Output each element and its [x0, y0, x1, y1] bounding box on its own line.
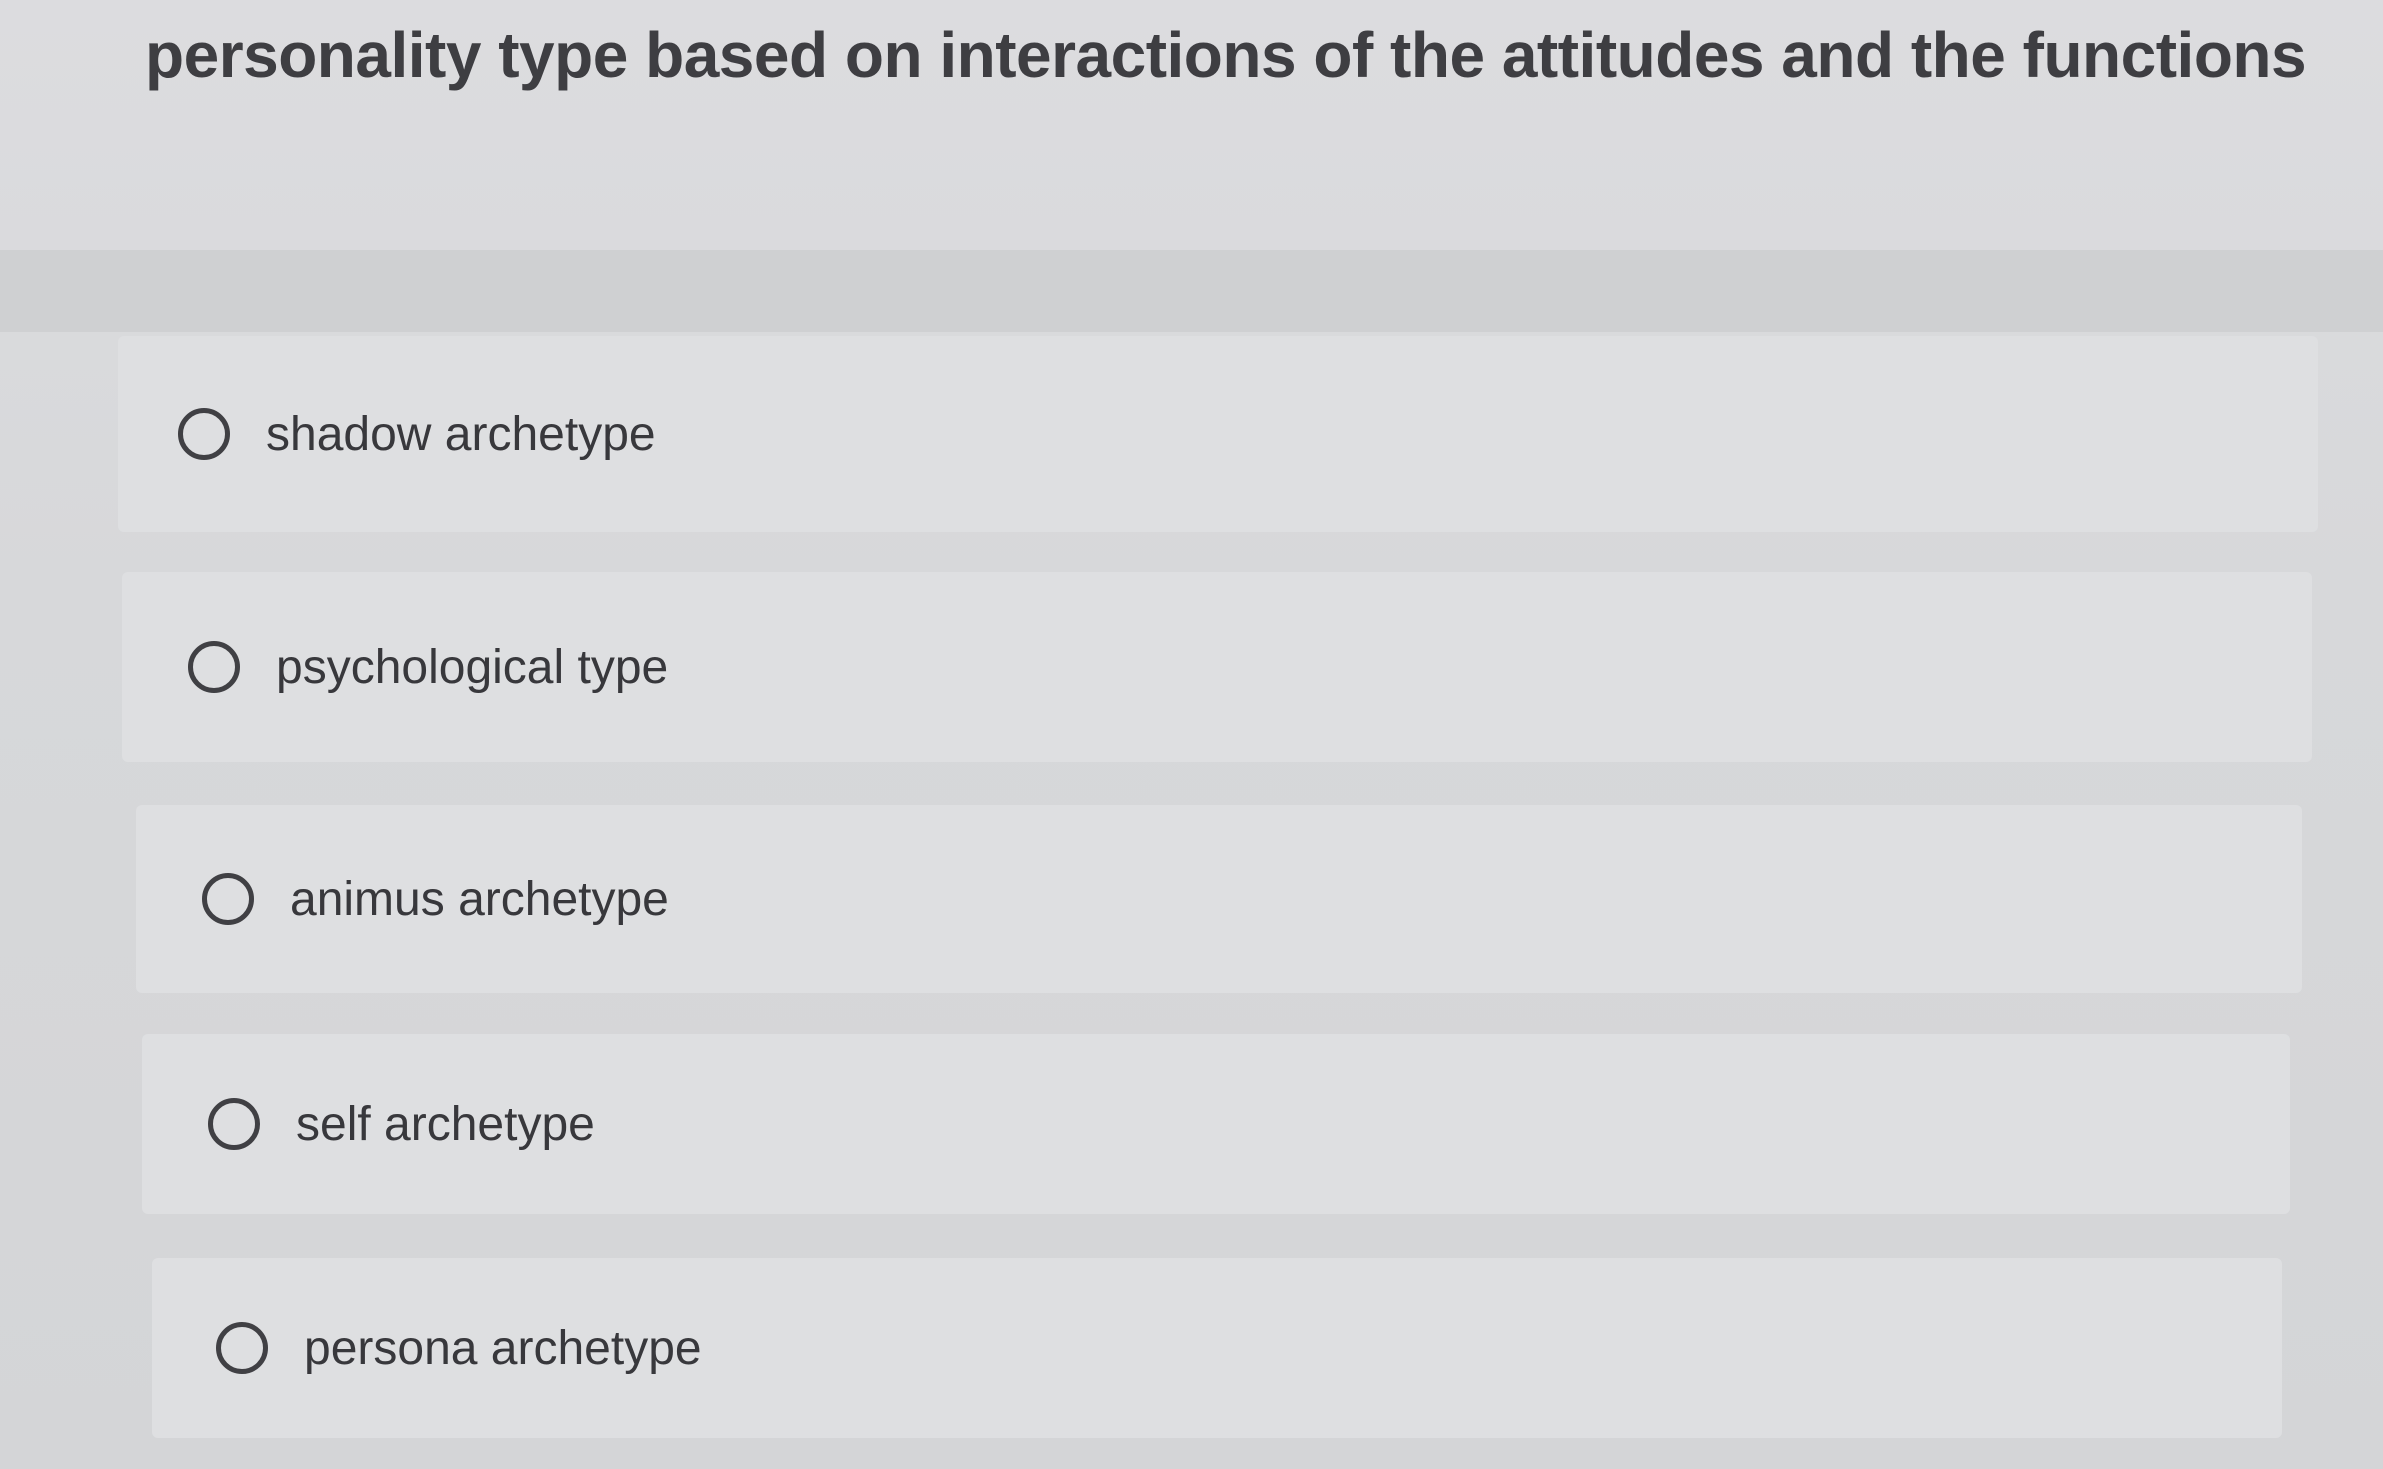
option-label: shadow archetype	[266, 407, 656, 461]
radio-button-icon[interactable]	[178, 408, 230, 460]
radio-button-icon[interactable]	[208, 1098, 260, 1150]
option-label: psychological type	[276, 640, 669, 694]
option-label: animus archetype	[290, 872, 669, 926]
option-animus-archetype[interactable]: animus archetype	[136, 805, 2302, 993]
option-psychological-type[interactable]: psychological type	[122, 572, 2312, 762]
answer-options: shadow archetype psychological type anim…	[0, 0, 2383, 1469]
radio-button-icon[interactable]	[188, 641, 240, 693]
radio-button-icon[interactable]	[216, 1322, 268, 1374]
option-self-archetype[interactable]: self archetype	[142, 1034, 2290, 1214]
option-persona-archetype[interactable]: persona archetype	[152, 1258, 2282, 1438]
option-label: self archetype	[296, 1097, 595, 1151]
option-label: persona archetype	[304, 1321, 702, 1375]
radio-button-icon[interactable]	[202, 873, 254, 925]
option-shadow-archetype[interactable]: shadow archetype	[118, 336, 2318, 532]
